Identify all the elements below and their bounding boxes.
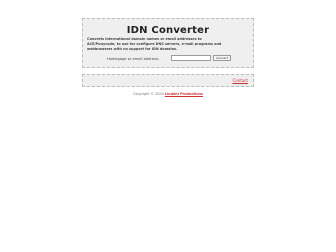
address-label: Homepage or email address: <box>107 57 159 61</box>
converter-panel: IDN Converter Converts international dom… <box>82 18 254 68</box>
copyright-prefix: Copyright © 2004 <box>133 92 165 96</box>
convert-button[interactable]: Convert <box>213 55 231 61</box>
convert-form: Homepage or email address: Convert <box>83 55 253 63</box>
contact-link[interactable]: Contact <box>232 78 248 83</box>
address-input[interactable] <box>171 55 211 61</box>
copyright-text: Copyright © 2004 Lindahl Productions <box>0 92 336 96</box>
brand-link[interactable]: Lindahl Productions <box>165 92 203 96</box>
footer-panel: Contact <box>82 74 254 87</box>
page-title: IDN Converter <box>126 25 210 36</box>
description-text: Converts international domain names or e… <box>87 37 222 51</box>
